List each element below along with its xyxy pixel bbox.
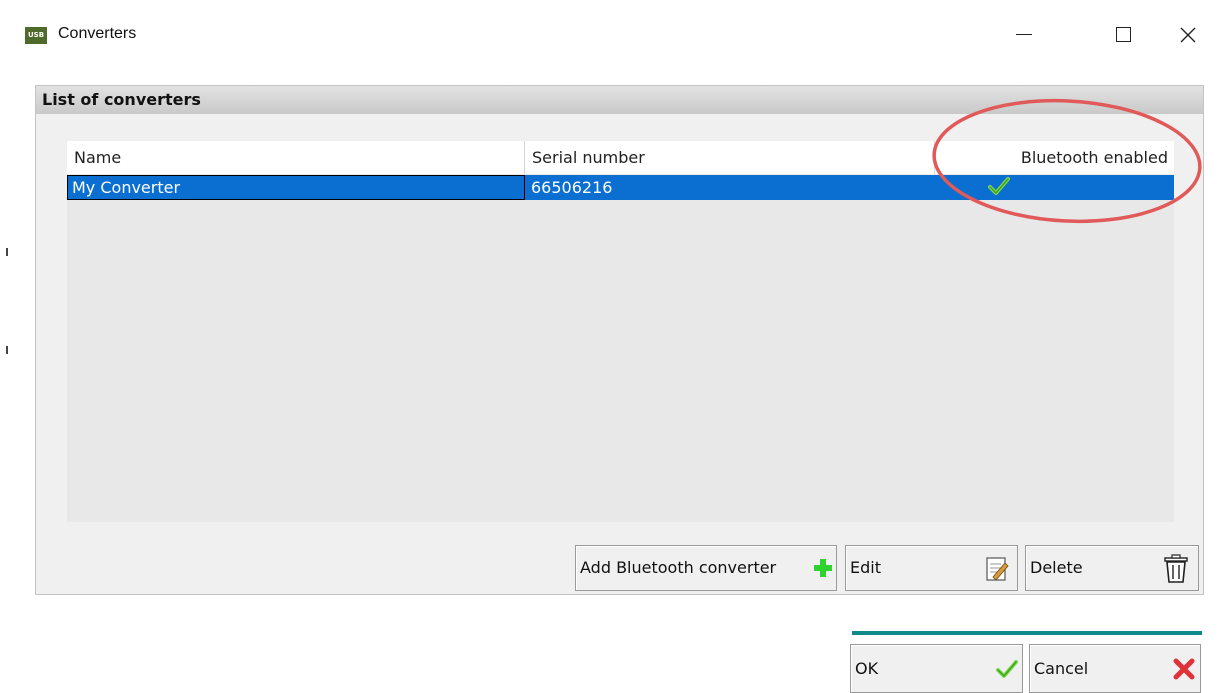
ok-cancel-divider xyxy=(852,631,1202,635)
window-edge-mark xyxy=(6,346,8,354)
checkmark-icon xyxy=(996,660,1018,678)
maximize-button[interactable] xyxy=(1101,14,1147,54)
title-bar: USB Converters xyxy=(0,0,1228,70)
close-icon xyxy=(1180,27,1196,43)
trash-icon xyxy=(1164,554,1188,583)
cell-name[interactable]: My Converter xyxy=(67,175,525,200)
edit-button-label: Edit xyxy=(850,558,881,577)
cell-bluetooth-enabled[interactable] xyxy=(935,175,1174,200)
plus-icon xyxy=(814,559,832,577)
table-header: Name Serial number Bluetooth enabled xyxy=(67,141,1174,174)
window-edge-mark xyxy=(6,248,8,256)
maximize-icon xyxy=(1116,27,1131,42)
window-title: Converters xyxy=(58,25,137,42)
edit-button[interactable]: Edit xyxy=(845,545,1018,591)
cell-serial[interactable]: 66506216 xyxy=(525,175,935,200)
close-button[interactable] xyxy=(1165,14,1211,54)
usb-app-icon: USB xyxy=(25,27,47,44)
converters-panel: List of converters Name Serial number Bl… xyxy=(35,85,1204,595)
panel-title: List of converters xyxy=(42,90,201,109)
cancel-button-label: Cancel xyxy=(1034,659,1089,678)
column-header-name[interactable]: Name xyxy=(67,141,525,174)
edit-icon xyxy=(986,557,1009,581)
table-row[interactable]: My Converter 66506216 xyxy=(67,175,1174,200)
column-header-serial[interactable]: Serial number xyxy=(525,141,935,174)
converters-table[interactable]: Name Serial number Bluetooth enabled My … xyxy=(67,141,1174,522)
panel-header: List of converters xyxy=(36,86,1203,114)
cancel-button[interactable]: Cancel xyxy=(1029,644,1201,693)
add-bluetooth-converter-button[interactable]: Add Bluetooth converter xyxy=(575,545,837,591)
column-header-bluetooth[interactable]: Bluetooth enabled xyxy=(935,141,1174,174)
minimize-button[interactable] xyxy=(1001,14,1047,54)
delete-button-label: Delete xyxy=(1030,558,1083,577)
minimize-icon xyxy=(1016,34,1032,35)
checkmark-icon xyxy=(988,177,1010,195)
add-button-label: Add Bluetooth converter xyxy=(580,558,777,577)
ok-button[interactable]: OK xyxy=(850,644,1023,693)
red-x-icon xyxy=(1173,658,1195,680)
ok-button-label: OK xyxy=(855,659,879,678)
delete-button[interactable]: Delete xyxy=(1025,545,1199,591)
